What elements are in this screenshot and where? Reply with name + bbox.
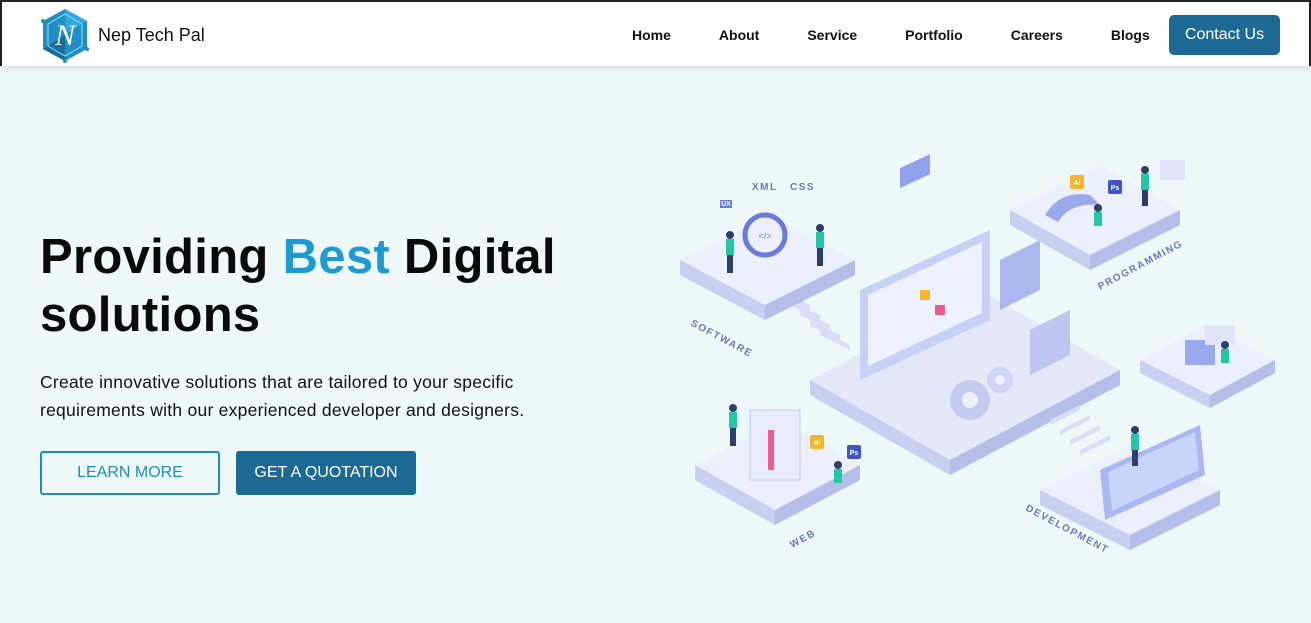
nav-portfolio[interactable]: Portfolio: [881, 27, 987, 43]
hero-title: Providing Best Digital solutions: [40, 228, 600, 344]
web-ps-tag: Ps: [850, 450, 859, 457]
nav-about[interactable]: About: [695, 27, 783, 43]
main-nav: Home About Service Portfolio Careers Blo…: [608, 14, 1174, 56]
web-label: WEB: [788, 528, 818, 551]
nav-home[interactable]: Home: [608, 27, 695, 43]
css-tag: CSS: [790, 182, 815, 193]
brand-name: Nep Tech Pal: [98, 24, 205, 45]
desk-platform: [1140, 325, 1275, 408]
hero-title-accent: Best: [282, 230, 390, 284]
nav-careers[interactable]: Careers: [987, 27, 1087, 43]
development-platform: DEVELOPMENT: [1024, 425, 1220, 556]
nav-service[interactable]: Service: [783, 27, 881, 43]
software-label: SOFTWARE: [689, 318, 755, 360]
brand-logo[interactable]: N Nep Tech Pal: [36, 6, 205, 64]
site-header: N Nep Tech Pal Home About Service Portfo…: [0, 0, 1311, 66]
code-tag: </>: [758, 231, 771, 241]
web-platform: Ai Ps WEB: [695, 404, 861, 551]
hero-description: Create innovative solutions that are tai…: [40, 372, 525, 420]
isometric-digital-solutions-illustration: </> UX XML CSS SOFTWARE Ai Ps PROGRAMMIN…: [680, 154, 1275, 556]
ai-tag: Ai: [1074, 180, 1081, 187]
xml-tag: XML: [752, 182, 778, 193]
ps-tag: Ps: [1111, 185, 1120, 192]
hero-title-prefix: Providing: [40, 230, 283, 284]
nav-blogs[interactable]: Blogs: [1087, 27, 1174, 43]
learn-more-button[interactable]: LEARN MORE: [40, 451, 220, 495]
svg-text:N: N: [54, 19, 77, 52]
contact-us-button[interactable]: Contact Us: [1169, 15, 1280, 55]
web-ai-tag: Ai: [814, 440, 821, 447]
ux-tag: UX: [721, 201, 731, 208]
get-quotation-button[interactable]: GET A QUOTATION: [236, 451, 416, 495]
hexagon-n-logo-icon: N: [41, 9, 89, 63]
